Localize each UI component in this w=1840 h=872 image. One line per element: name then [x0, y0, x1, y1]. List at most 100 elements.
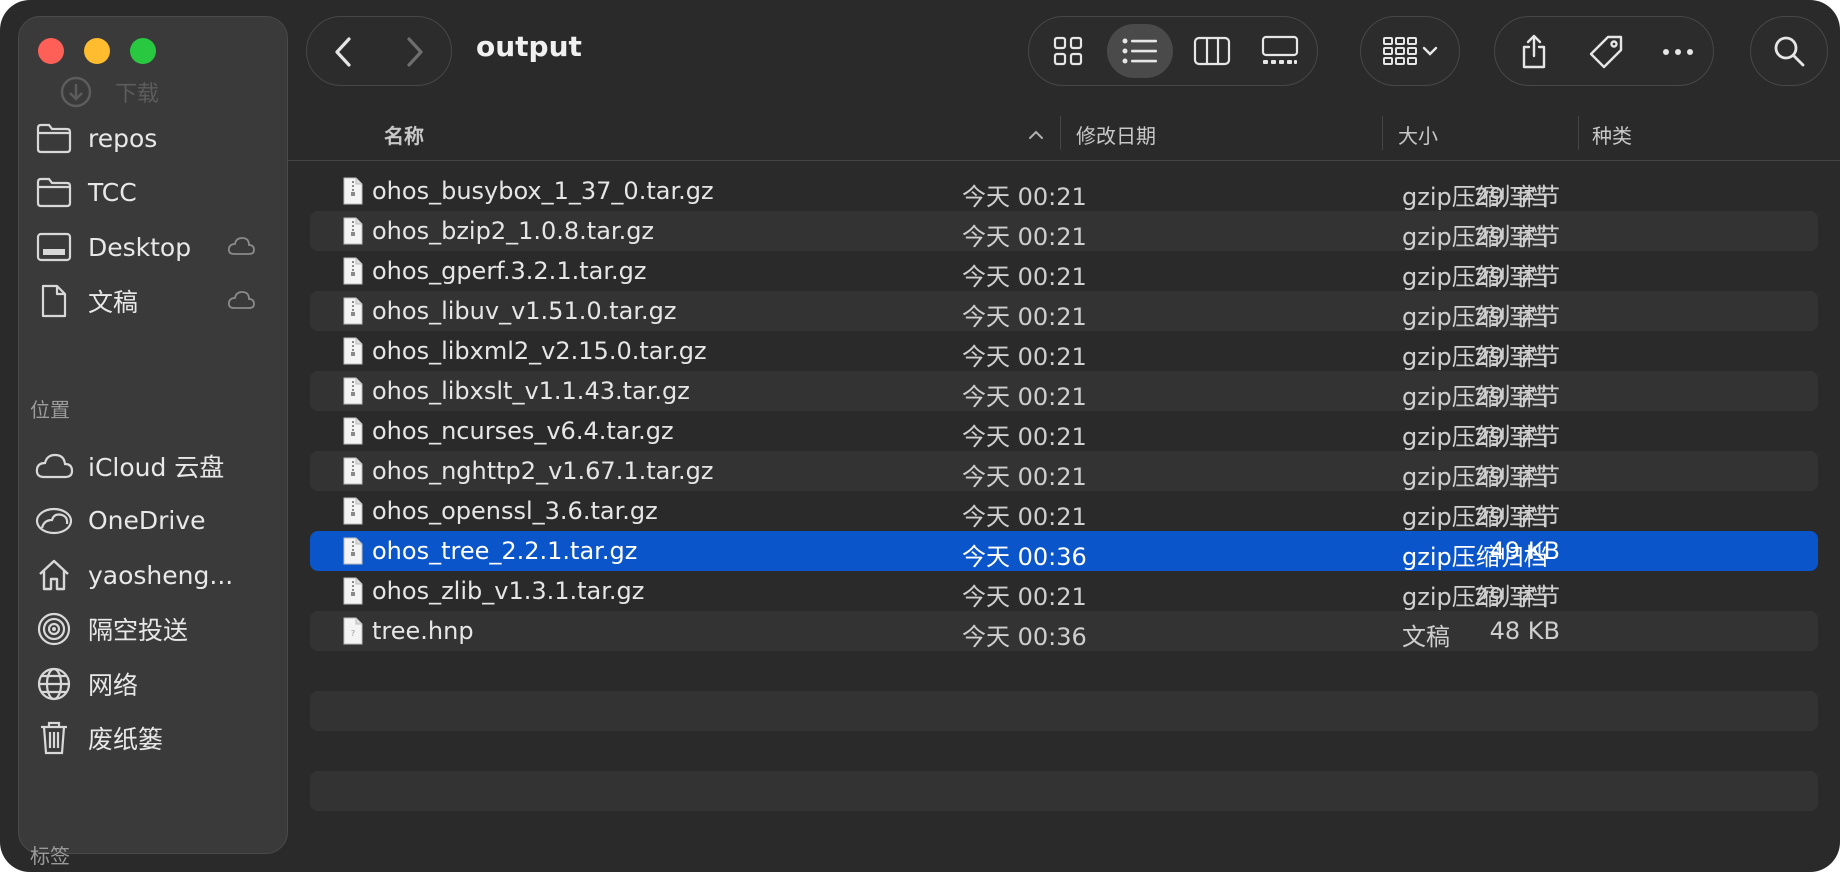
home-icon: [34, 555, 74, 595]
sidebar-item-downloads[interactable]: 下载: [59, 75, 159, 109]
file-kind: gzip压缩归档: [1402, 183, 1548, 211]
file-row[interactable]: ohos_gperf.3.2.1.tar.gz 今天 00:21 29 字节 gzip…: [310, 251, 1818, 291]
file-name: tree.hnp: [372, 617, 474, 645]
sidebar-item[interactable]: OneDrive: [34, 500, 256, 540]
navigation-group: [306, 16, 452, 86]
file-row[interactable]: ohos_libxml2_v2.15.0.tar.gz 今天 00:21 29 字节…: [310, 331, 1818, 371]
file-list: ohos_busybox_1_37_0.tar.gz 今天 00:21 29 字节 g…: [310, 171, 1818, 851]
file-date: 今天 00:21: [962, 303, 1087, 331]
file-row[interactable]: ohos_libxslt_v1.1.43.tar.gz 今天 00:21 29 字节…: [310, 371, 1818, 411]
archive-file-icon: [343, 377, 363, 405]
list-icon: [1122, 38, 1157, 64]
chevron-down-icon: [1422, 46, 1438, 56]
file-row[interactable]: ohos_libuv_v1.51.0.tar.gz 今天 00:21 29 字节 gz…: [310, 291, 1818, 331]
file-row[interactable]: ohos_zlib_v1.3.1.tar.gz 今天 00:21 29 字节 gzip…: [310, 571, 1818, 611]
file-date: 今天 00:21: [962, 583, 1087, 611]
sidebar-item-label: yaosheng...: [88, 560, 234, 590]
minimize-button[interactable]: [84, 38, 110, 64]
sidebar-item-label: 文稿: [88, 288, 139, 317]
file-date: 今天 00:21: [962, 343, 1087, 371]
file-kind: gzip压缩归档: [1402, 263, 1548, 291]
file-kind: gzip压缩归档: [1402, 463, 1548, 491]
file-date: 今天 00:21: [962, 263, 1087, 291]
sidebar-item-label: 网络: [88, 671, 139, 700]
archive-file-icon: [343, 337, 363, 365]
column-header: 名称 修改日期 大小 种类: [288, 110, 1840, 161]
sidebar-item[interactable]: iCloud 云盘: [34, 446, 256, 486]
network-icon: [34, 664, 74, 704]
file-date: 今天 00:21: [962, 503, 1087, 531]
file-row[interactable]: ? tree.hnp 今天 00:36 48 KB 文稿: [310, 611, 1818, 651]
column-header-kind[interactable]: 种类: [1592, 120, 1632, 149]
sidebar-item[interactable]: yaosheng...: [34, 555, 256, 595]
zoom-button[interactable]: [130, 38, 156, 64]
column-header-date[interactable]: 修改日期: [1076, 120, 1156, 149]
sidebar-item[interactable]: 隔空投送: [34, 609, 256, 649]
group-icon: [1383, 37, 1417, 65]
file-kind: gzip压缩归档: [1402, 223, 1548, 251]
file-date: 今天 00:21: [962, 463, 1087, 491]
file-name: ohos_libxslt_v1.1.43.tar.gz: [372, 377, 690, 405]
actions-group: [1494, 16, 1714, 86]
group-by-button[interactable]: [1360, 16, 1460, 86]
sidebar-item[interactable]: TCC: [34, 172, 256, 212]
icloud-icon: [34, 446, 74, 486]
sidebar-item[interactable]: Desktop: [34, 227, 256, 267]
file-date: 今天 00:21: [962, 183, 1087, 211]
file-row[interactable]: ohos_busybox_1_37_0.tar.gz 今天 00:21 29 字节 g…: [310, 171, 1818, 211]
file-name: ohos_libuv_v1.51.0.tar.gz: [372, 297, 677, 325]
column-divider[interactable]: [1382, 116, 1383, 150]
sidebar-item[interactable]: 文稿: [34, 281, 256, 321]
file-kind: gzip压缩归档: [1402, 303, 1548, 331]
column-header-size[interactable]: 大小: [1398, 120, 1438, 149]
sidebar-item[interactable]: 网络: [34, 664, 256, 704]
sidebar-section-tags: 标签: [30, 844, 70, 868]
file-date: 今天 00:21: [962, 423, 1087, 451]
column-divider[interactable]: [1060, 116, 1061, 150]
sidebar-item[interactable]: repos: [34, 118, 256, 158]
file-kind: gzip压缩归档: [1402, 583, 1548, 611]
column-divider[interactable]: [1578, 116, 1579, 150]
file-row[interactable]: ohos_ncurses_v6.4.tar.gz 今天 00:21 29 字节 gzi…: [310, 411, 1818, 451]
list-view-button[interactable]: [1107, 24, 1173, 78]
back-button[interactable]: [309, 17, 379, 87]
sidebar-item[interactable]: 废纸篓: [34, 718, 256, 758]
gallery-view-button[interactable]: [1247, 24, 1313, 78]
file-kind: gzip压缩归档: [1402, 503, 1548, 531]
window-title: output: [476, 30, 582, 63]
share-button[interactable]: [1499, 17, 1569, 87]
file-row[interactable]: ohos_nghttp2_v1.67.1.tar.gz 今天 00:21 29 字节…: [310, 451, 1818, 491]
archive-file-icon: [343, 537, 363, 565]
column-view-button[interactable]: [1179, 24, 1245, 78]
airdrop-icon: [34, 609, 74, 649]
document-file-icon: ?: [343, 617, 363, 645]
chevron-left-icon: [335, 37, 351, 67]
file-row[interactable]: ohos_tree_2.2.1.tar.gz 今天 00:36 49 KB gzip压…: [310, 531, 1818, 571]
file-kind: gzip压缩归档: [1402, 543, 1548, 571]
column-header-name[interactable]: 名称: [384, 120, 424, 149]
search-button[interactable]: [1750, 16, 1828, 86]
folder-icon: [34, 118, 74, 158]
empty-row: [310, 651, 1818, 691]
forward-button[interactable]: [379, 17, 449, 87]
file-name: ohos_tree_2.2.1.tar.gz: [372, 537, 638, 565]
empty-row: [310, 731, 1818, 771]
file-kind: 文稿: [1402, 623, 1450, 651]
desktop-icon: [34, 227, 74, 267]
tag-button[interactable]: [1571, 17, 1641, 87]
close-button[interactable]: [38, 38, 64, 64]
archive-file-icon: [343, 217, 363, 245]
icon-view-button[interactable]: [1035, 24, 1101, 78]
file-row[interactable]: ohos_openssl_3.6.tar.gz 今天 00:21 29 字节 gzip…: [310, 491, 1818, 531]
file-row[interactable]: ohos_bzip2_1.0.8.tar.gz 今天 00:21 29 字节 gzip…: [310, 211, 1818, 251]
grid-icon: [1053, 36, 1083, 66]
sidebar-item-label: repos: [88, 123, 158, 153]
main-area: output 名称 修改日期 大小 种类 ohos_busybox_1_37_0…: [288, 0, 1840, 872]
file-date: 今天 00:21: [962, 223, 1087, 251]
more-button[interactable]: [1643, 17, 1713, 87]
sidebar-item-label: OneDrive: [88, 505, 206, 535]
search-icon: [1774, 36, 1805, 67]
cloud-icon: [227, 237, 255, 255]
sidebar-item-label: TCC: [88, 177, 137, 207]
empty-row: [310, 691, 1818, 731]
